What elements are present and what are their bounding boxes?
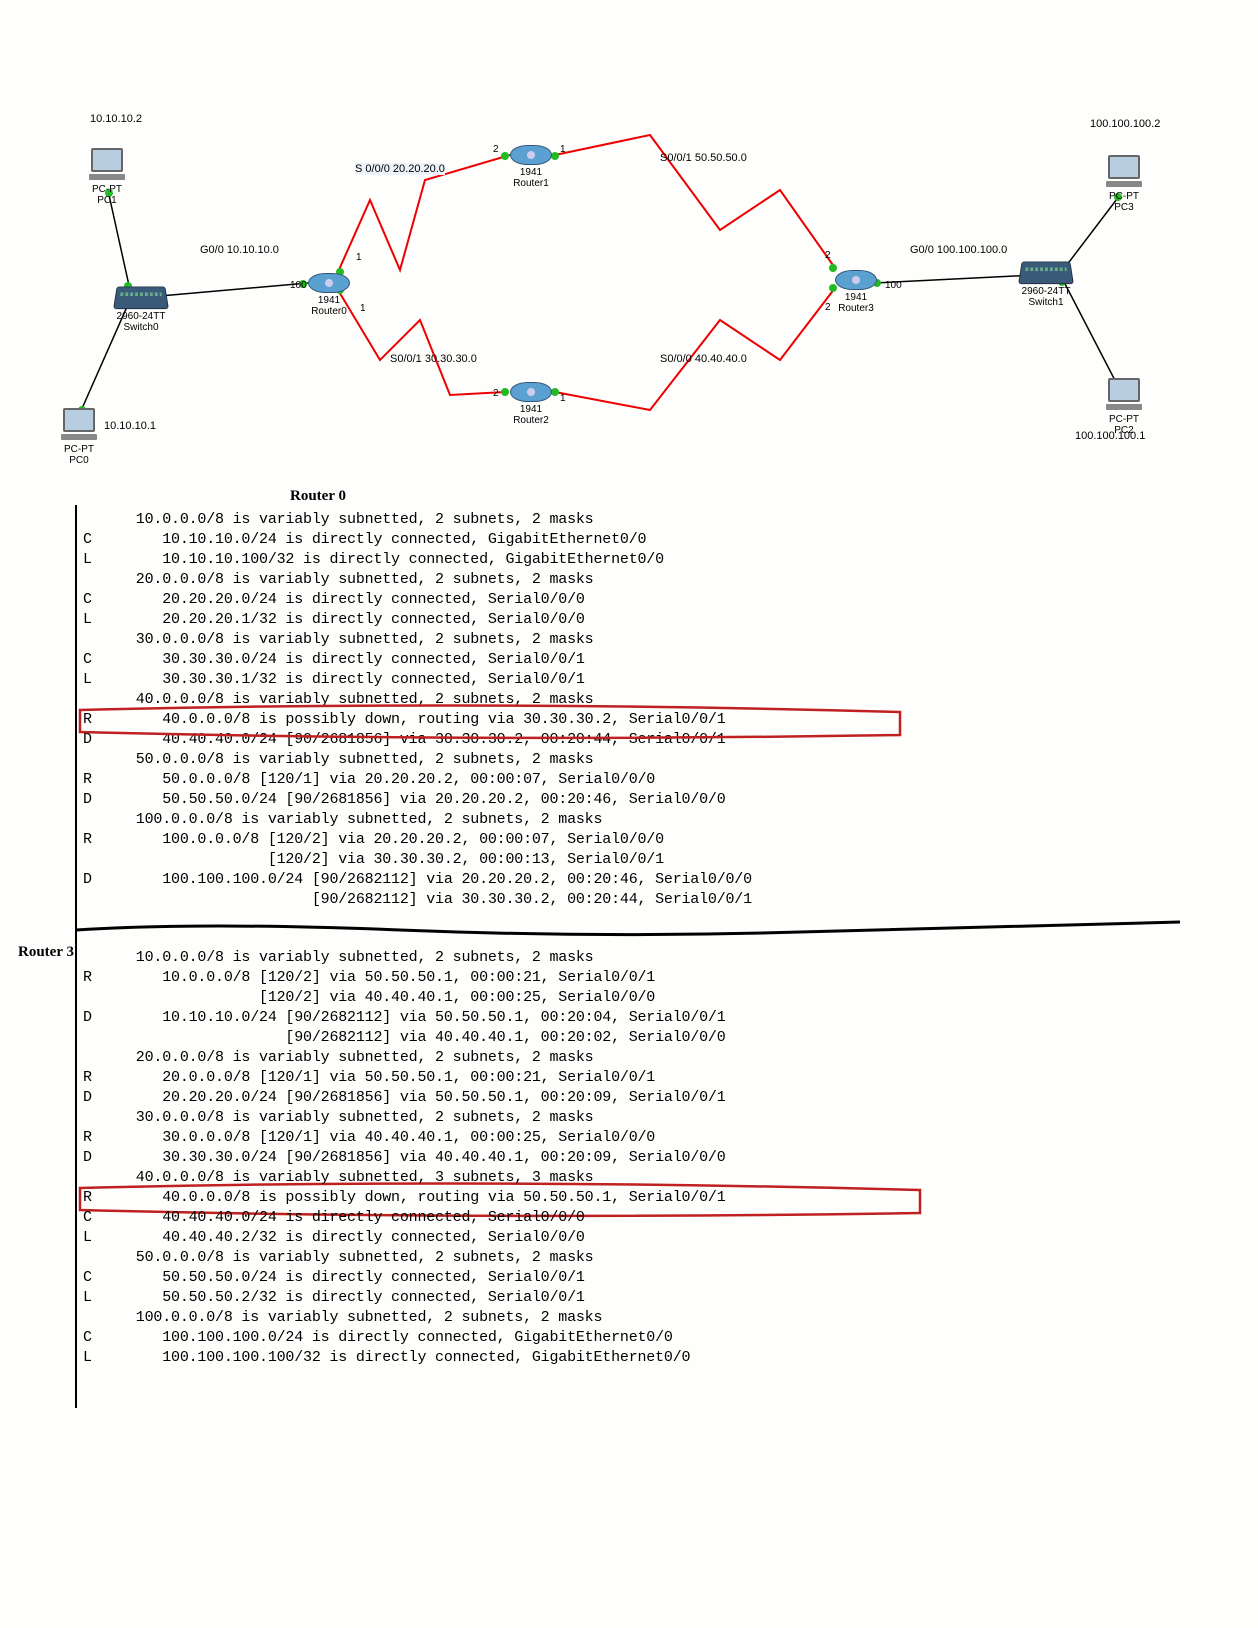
link-label-s000: S 0/0/0 20.20.20.0 — [355, 163, 445, 175]
device-type: PC-PT — [92, 184, 122, 195]
device-name: PC1 — [97, 195, 116, 206]
device-name: Switch1 — [1028, 297, 1063, 308]
port-r0-bot: 1 — [360, 303, 366, 314]
router-icon — [510, 382, 552, 402]
device-pc0[interactable]: PC-PTPC0 — [60, 408, 98, 466]
port-r2-left: 2 — [493, 388, 499, 399]
device-type: 1941 — [520, 404, 542, 415]
device-type: 1941 — [520, 167, 542, 178]
port-r1-right: 1 — [560, 144, 566, 155]
device-type: PC-PT — [1109, 191, 1139, 202]
port-100-r3: 100 — [885, 280, 902, 291]
device-name: PC3 — [1114, 202, 1133, 213]
router3-table: 10.0.0.0/8 is variably subnetted, 2 subn… — [83, 948, 726, 1368]
device-type: PC-PT — [1109, 414, 1139, 425]
ip-pc3: 100.100.100.2 — [1090, 118, 1160, 130]
device-pc2[interactable]: PC-PTPC2 — [1105, 378, 1143, 436]
port-r0-top: 1 — [356, 252, 362, 263]
device-name: Router1 — [513, 178, 549, 189]
switch-icon — [113, 286, 169, 309]
port-r2-right: 1 — [560, 393, 566, 404]
router-icon — [308, 273, 350, 293]
device-type: 1941 — [318, 295, 340, 306]
ip-pc0: 10.10.10.1 — [104, 420, 156, 432]
link-label-s000-r2r3: S0/0/0 40.40.40.0 — [660, 353, 747, 365]
router3-heading: Router 3 — [18, 944, 74, 961]
link-label-g00-left: G0/0 10.10.10.0 — [200, 244, 279, 256]
link-label-s001-r1r3: S0/0/1 50.50.50.0 — [660, 152, 747, 164]
device-switch0[interactable]: 2960-24TTSwitch0 — [115, 285, 167, 333]
pc-icon — [1105, 378, 1143, 412]
device-pc3[interactable]: PC-PTPC3 — [1105, 155, 1143, 213]
device-type: PC-PT — [64, 444, 94, 455]
topology-links — [0, 0, 1258, 480]
device-pc1[interactable]: PC-PTPC1 — [88, 148, 126, 206]
device-switch1[interactable]: 2960-24TTSwitch1 — [1020, 260, 1072, 308]
port-r3-top: 2 — [825, 250, 831, 261]
device-type: 1941 — [845, 292, 867, 303]
pc-icon — [60, 408, 98, 442]
device-name: PC0 — [69, 455, 88, 466]
pc-icon — [1105, 155, 1143, 189]
device-router1[interactable]: 1941Router1 — [510, 145, 552, 189]
device-name: Router2 — [513, 415, 549, 426]
port-r3-bot: 2 — [825, 302, 831, 313]
device-router3[interactable]: 1941Router3 — [835, 270, 877, 314]
device-router0[interactable]: 1941Router0 — [308, 273, 350, 317]
router-icon — [510, 145, 552, 165]
port-r1-left: 2 — [493, 144, 499, 155]
router0-table: 10.0.0.0/8 is variably subnetted, 2 subn… — [83, 510, 752, 910]
device-type: 2960-24TT — [1022, 286, 1071, 297]
link-label-s001: S0/0/1 30.30.30.0 — [390, 353, 477, 365]
device-name: Router3 — [838, 303, 874, 314]
port-100-r0: 100 — [290, 280, 307, 291]
ip-pc2: 100.100.100.1 — [1075, 430, 1145, 442]
device-type: 2960-24TT — [117, 311, 166, 322]
router-icon — [835, 270, 877, 290]
router0-heading: Router 0 — [290, 488, 346, 505]
device-name: Switch0 — [123, 322, 158, 333]
device-router2[interactable]: 1941Router2 — [510, 382, 552, 426]
pc-icon — [88, 148, 126, 182]
switch-icon — [1018, 261, 1074, 284]
device-name: Router0 — [311, 306, 347, 317]
ip-pc1: 10.10.10.2 — [90, 113, 142, 125]
link-label-g00-right: G0/0 100.100.100.0 — [910, 244, 1007, 256]
